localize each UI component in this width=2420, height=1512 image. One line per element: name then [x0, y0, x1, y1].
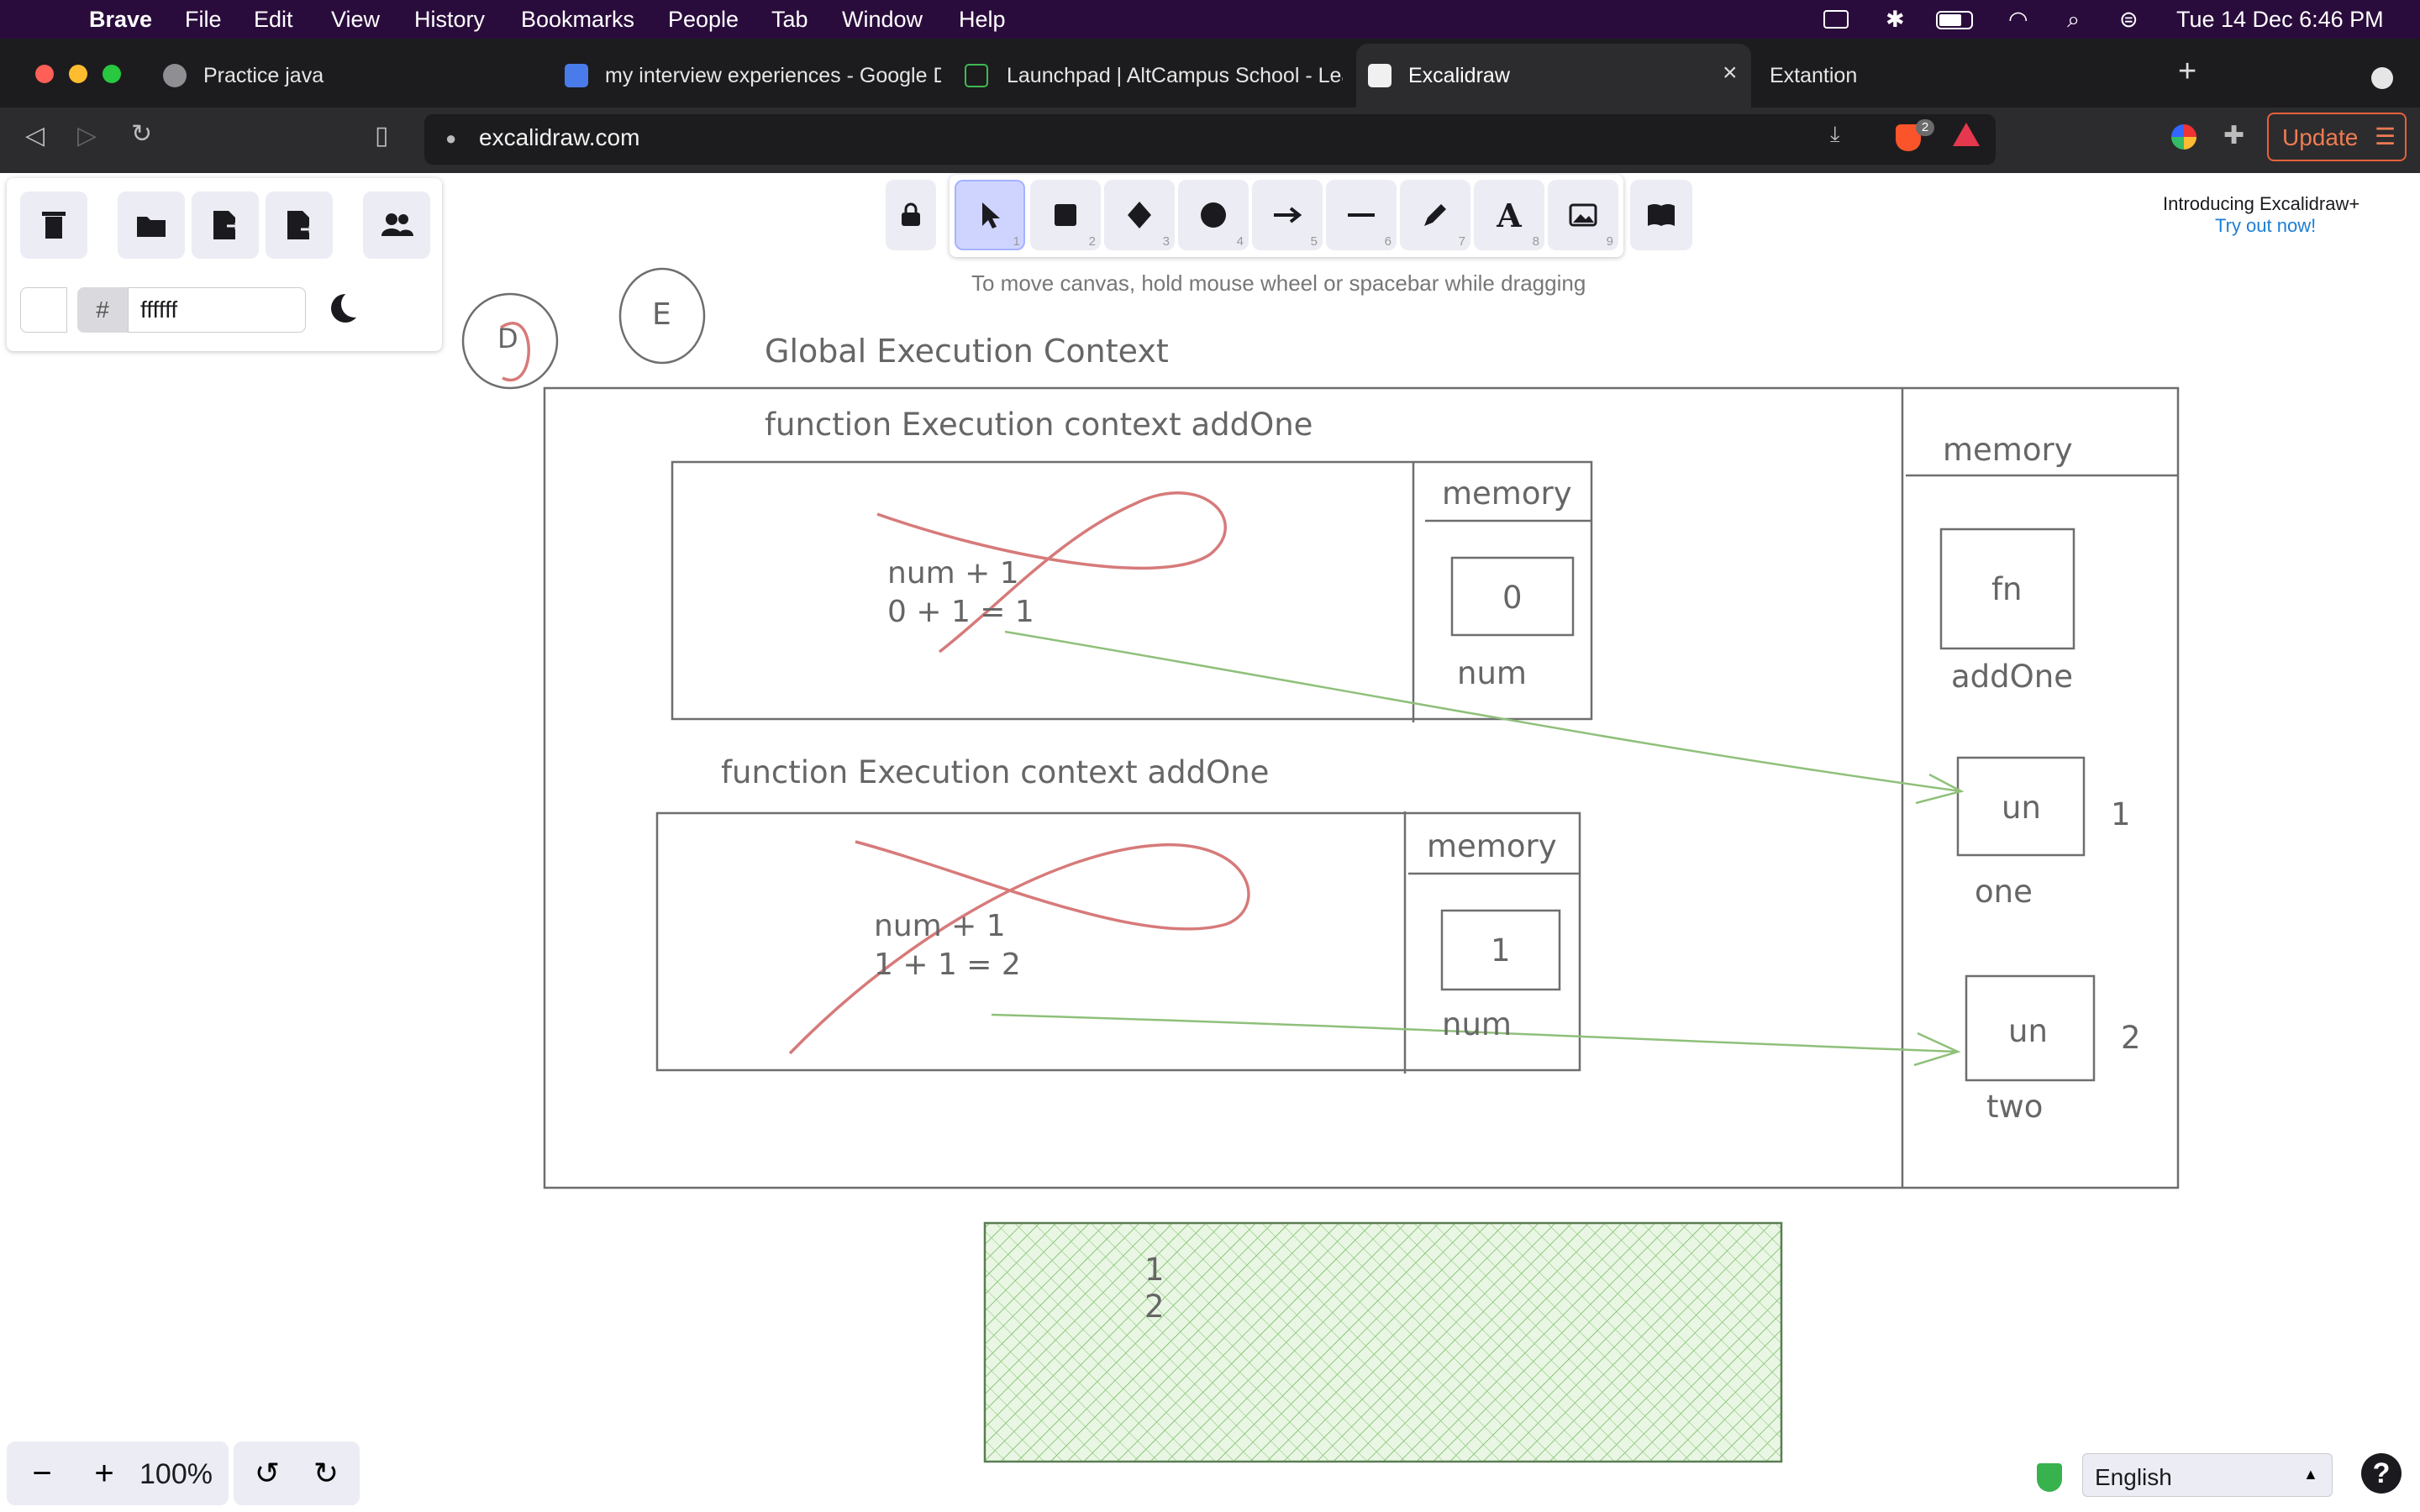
moon-icon — [341, 291, 368, 318]
live-collaboration-button[interactable] — [363, 192, 430, 259]
global-memory-label[interactable]: memory — [1943, 432, 2073, 468]
zoom-in-button[interactable]: + — [76, 1445, 133, 1502]
pencil-icon — [1424, 204, 1446, 226]
fec2-num-label[interactable]: num — [1442, 1006, 1512, 1042]
file-export-icon — [213, 211, 240, 239]
global-context-title[interactable]: Global Execution Context — [765, 333, 1169, 370]
image-icon — [1569, 203, 1597, 227]
language-select[interactable]: English ▲ — [2082, 1453, 2333, 1497]
cursor-icon — [982, 202, 1000, 228]
export-image-button[interactable] — [266, 192, 333, 259]
excalidraw-menu-panel: # ffffff — [7, 178, 442, 351]
ellipse-icon — [1201, 202, 1226, 228]
fec1-line1[interactable]: num + 1 — [887, 556, 1019, 591]
two-value-label[interactable]: 2 — [2121, 1020, 2141, 1056]
dark-mode-toggle[interactable] — [331, 291, 368, 323]
canvas-hint: To move canvas, hold mouse wheel or spac… — [971, 270, 1586, 296]
tool-selection[interactable]: 1 — [955, 180, 1025, 250]
addone-label[interactable]: addOne — [1951, 659, 2073, 695]
background-color-input[interactable]: ffffff — [128, 287, 306, 333]
promo-link[interactable]: Try out now! — [2215, 215, 2316, 237]
trash-icon — [42, 212, 66, 239]
two-var-label[interactable]: two — [1986, 1089, 2043, 1125]
fec2-line1[interactable]: num + 1 — [874, 909, 1006, 943]
history-controls: ↺ ↻ — [234, 1441, 360, 1505]
help-button[interactable]: ? — [2361, 1453, 2402, 1494]
shapes-toolbar: 1 2 3 4 5 6 7 A 8 9 — [950, 175, 1623, 257]
circle-d-label[interactable]: D — [497, 323, 518, 354]
zoom-level[interactable]: 100% — [139, 1458, 213, 1491]
lock-tool-button[interactable] — [886, 180, 936, 250]
text-icon: A — [1497, 196, 1522, 234]
one-value-label[interactable]: 1 — [2111, 796, 2131, 832]
open-button[interactable] — [118, 192, 185, 259]
users-icon — [381, 213, 413, 236]
one-var-label[interactable]: one — [1975, 874, 2033, 910]
rectangle-icon — [1055, 204, 1076, 226]
fec2-num-value[interactable]: 1 — [1491, 932, 1511, 969]
line-icon — [1348, 213, 1375, 217]
fec2-memory-label[interactable]: memory — [1427, 828, 1557, 864]
encryption-shield-icon[interactable] — [2037, 1463, 2062, 1492]
fn-box-label[interactable]: fn — [1991, 571, 2022, 607]
tool-text[interactable]: A 8 — [1474, 180, 1544, 250]
promo-title: Introducing Excalidraw+ — [2163, 193, 2360, 214]
tool-ellipse[interactable]: 4 — [1178, 180, 1249, 250]
fec2-line2[interactable]: 1 + 1 = 2 — [874, 948, 1021, 982]
tool-image[interactable]: 9 — [1548, 180, 1618, 250]
padlock-icon — [902, 202, 920, 226]
color-hash-label: # — [77, 287, 128, 333]
circle-e-label[interactable]: E — [652, 297, 671, 332]
folder-icon — [137, 217, 166, 237]
arrow-icon — [1274, 207, 1302, 223]
zoom-controls: − + 100% — [7, 1441, 229, 1505]
console-line1[interactable]: 1 — [1144, 1252, 1165, 1288]
fec1-num-label[interactable]: num — [1457, 655, 1527, 691]
library-button[interactable] — [1630, 180, 1692, 250]
two-box-label[interactable]: un — [2008, 1013, 2048, 1049]
save-button[interactable] — [192, 192, 259, 259]
tool-diamond[interactable]: 3 — [1104, 180, 1175, 250]
arrow-two-head — [1913, 1032, 1961, 1067]
library-book-icon — [1648, 204, 1675, 226]
console-line2[interactable]: 2 — [1144, 1289, 1165, 1325]
console-box — [983, 1221, 1783, 1463]
image-export-icon — [287, 211, 314, 239]
fec1-line2[interactable]: 0 + 1 = 1 — [887, 595, 1034, 629]
chevron-up-icon: ▲ — [2303, 1466, 2318, 1483]
diamond-icon — [1128, 202, 1151, 228]
tool-arrow[interactable]: 5 — [1252, 180, 1323, 250]
redo-button[interactable]: ↻ — [299, 1445, 353, 1502]
tool-line[interactable]: 6 — [1326, 180, 1397, 250]
zoom-out-button[interactable]: − — [13, 1445, 71, 1502]
tool-rectangle[interactable]: 2 — [1030, 180, 1101, 250]
fec1-memory-label[interactable]: memory — [1442, 475, 1572, 512]
fec1-title[interactable]: function Execution context addOne — [765, 407, 1313, 443]
background-color-swatch[interactable] — [20, 287, 67, 333]
clear-canvas-button[interactable] — [20, 192, 87, 259]
one-box-label[interactable]: un — [2002, 790, 2041, 826]
fec1-num-value[interactable]: 0 — [1502, 580, 1523, 616]
undo-button[interactable]: ↺ — [240, 1445, 294, 1502]
fec2-title[interactable]: function Execution context addOne — [721, 754, 1269, 790]
tool-draw[interactable]: 7 — [1400, 180, 1470, 250]
